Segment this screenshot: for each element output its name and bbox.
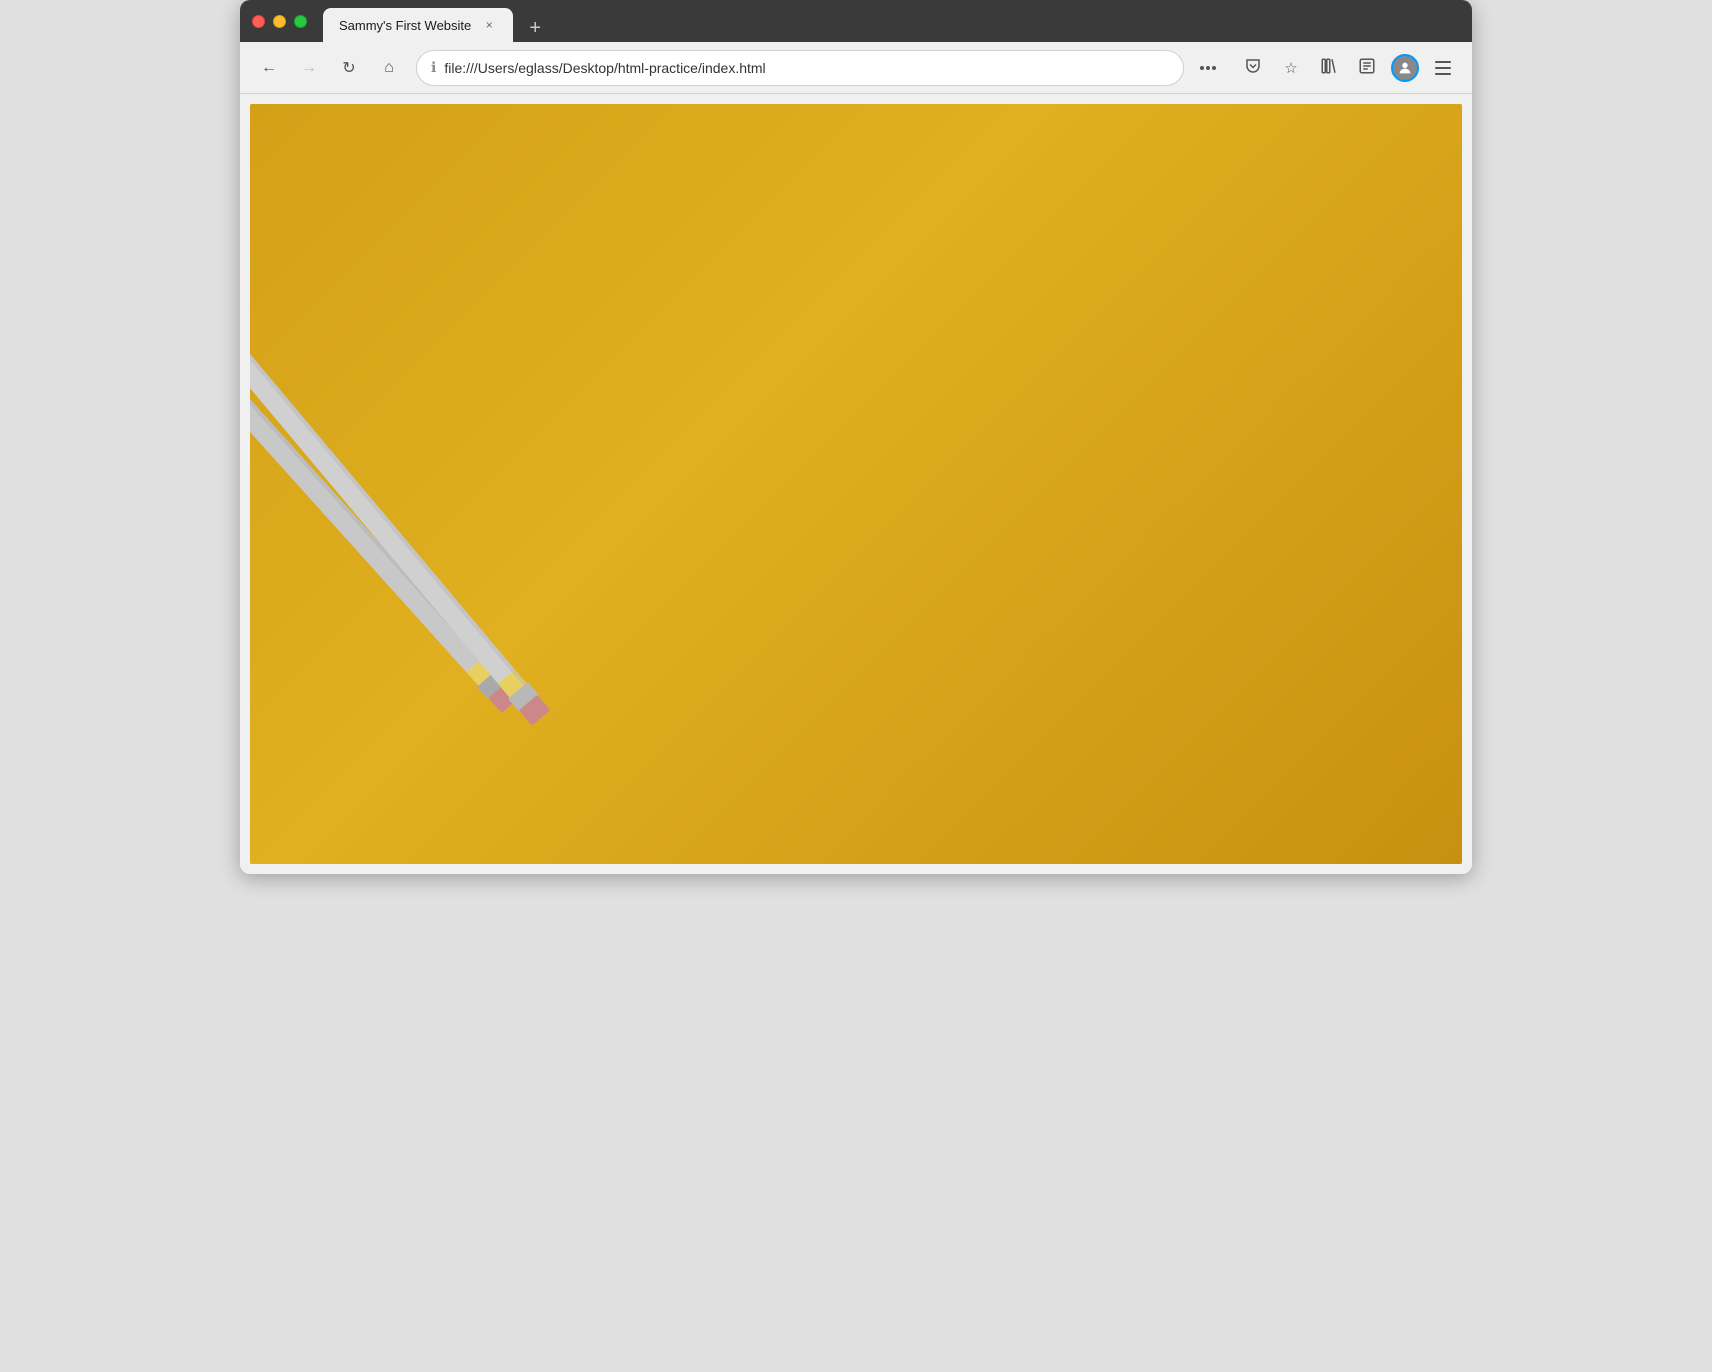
dot-3 [1212,66,1216,70]
tab-close-icon: × [486,18,493,32]
refresh-icon: ↻ [342,58,355,78]
forward-button[interactable]: → [292,51,326,85]
forward-icon: → [301,59,317,77]
pocket-icon [1244,57,1262,79]
minimize-window-button[interactable] [273,15,286,28]
tab-bar: Sammy's First Website × + [323,0,1460,42]
back-icon: ← [261,59,277,77]
plus-icon: + [529,17,541,40]
dot-2 [1206,66,1210,70]
nav-bar: ← → ↻ ⌂ ℹ [240,42,1472,94]
bookmark-button[interactable]: ☆ [1274,51,1308,85]
more-options-button[interactable] [1194,62,1222,74]
window-controls [252,15,307,28]
hamburger-line-3 [1435,73,1451,75]
home-button[interactable]: ⌂ [372,51,406,85]
active-tab[interactable]: Sammy's First Website × [323,8,513,42]
avatar [1391,54,1419,82]
home-icon: ⌂ [384,59,394,77]
toolbar-right: ☆ [1236,51,1460,85]
hamburger-line-2 [1435,67,1451,69]
library-icon [1320,57,1338,79]
tab-title: Sammy's First Website [339,18,471,33]
pencils-illustration [250,284,640,864]
content-area [240,94,1472,874]
address-bar[interactable] [444,60,1169,76]
new-tab-button[interactable]: + [521,14,549,42]
hamburger-line-1 [1435,61,1451,63]
menu-button[interactable] [1426,51,1460,85]
dot-1 [1200,66,1204,70]
reader-icon [1358,57,1376,79]
webpage-hero-image [250,104,1462,864]
library-button[interactable] [1312,51,1346,85]
tab-close-button[interactable]: × [481,17,497,33]
profile-button[interactable] [1388,51,1422,85]
address-bar-container[interactable]: ℹ [416,50,1184,86]
pocket-button[interactable] [1236,51,1270,85]
reader-mode-button[interactable] [1350,51,1384,85]
maximize-window-button[interactable] [294,15,307,28]
star-icon: ☆ [1284,59,1297,77]
refresh-button[interactable]: ↻ [332,51,366,85]
close-window-button[interactable] [252,15,265,28]
back-button[interactable]: ← [252,51,286,85]
info-icon: ℹ [431,59,436,76]
title-bar: Sammy's First Website × + [240,0,1472,42]
browser-window: Sammy's First Website × + ← → ↻ ⌂ ℹ [240,0,1472,874]
